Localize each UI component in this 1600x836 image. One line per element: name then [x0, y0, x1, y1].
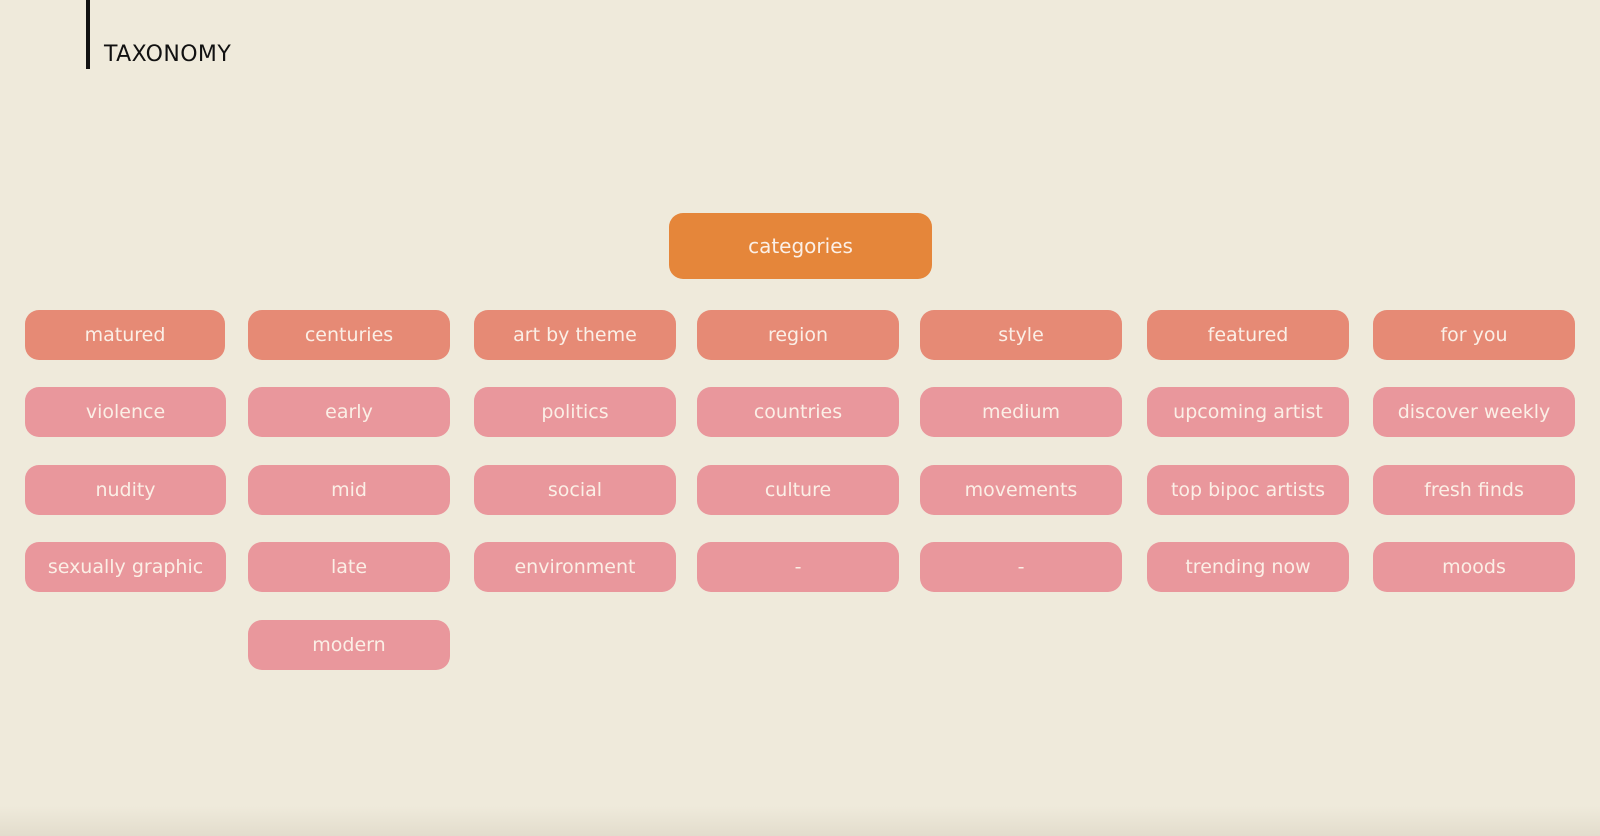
category-node-matured: matured: [25, 310, 225, 360]
category-node-art-by-theme: art by theme: [474, 310, 676, 360]
subitem-node-movements: movements: [920, 465, 1122, 515]
page-title: TAXONOMY: [104, 42, 232, 67]
category-node-region: region: [697, 310, 899, 360]
subitem-node-social: social: [474, 465, 676, 515]
subitem-node-style-placeholder: -: [920, 542, 1122, 592]
root-node-categories: categories: [669, 213, 932, 279]
category-node-featured: featured: [1147, 310, 1349, 360]
subitem-node-sexually-graphic: sexually graphic: [25, 542, 226, 592]
subitem-node-early: early: [248, 387, 450, 437]
subitem-node-mid: mid: [248, 465, 450, 515]
category-node-for-you: for you: [1373, 310, 1575, 360]
title-accent-bar: [86, 0, 90, 69]
subitem-node-countries: countries: [697, 387, 899, 437]
category-node-style: style: [920, 310, 1122, 360]
subitem-node-culture: culture: [697, 465, 899, 515]
subitem-node-environment: environment: [474, 542, 676, 592]
subitem-node-discover-weekly: discover weekly: [1373, 387, 1575, 437]
subitem-node-fresh-finds: fresh finds: [1373, 465, 1575, 515]
subitem-node-violence: violence: [25, 387, 226, 437]
subitem-node-trending-now: trending now: [1147, 542, 1349, 592]
category-node-centuries: centuries: [248, 310, 450, 360]
subitem-node-region-placeholder: -: [697, 542, 899, 592]
bottom-shadow: [0, 806, 1600, 836]
subitem-node-late: late: [248, 542, 450, 592]
subitem-node-modern: modern: [248, 620, 450, 670]
subitem-node-upcoming-artist: upcoming artist: [1147, 387, 1349, 437]
subitem-node-nudity: nudity: [25, 465, 226, 515]
taxonomy-page: TAXONOMY categories matured violence nud…: [0, 0, 1600, 836]
subitem-node-politics: politics: [474, 387, 676, 437]
subitem-node-moods: moods: [1373, 542, 1575, 592]
subitem-node-medium: medium: [920, 387, 1122, 437]
subitem-node-top-bipoc-artists: top bipoc artists: [1147, 465, 1349, 515]
